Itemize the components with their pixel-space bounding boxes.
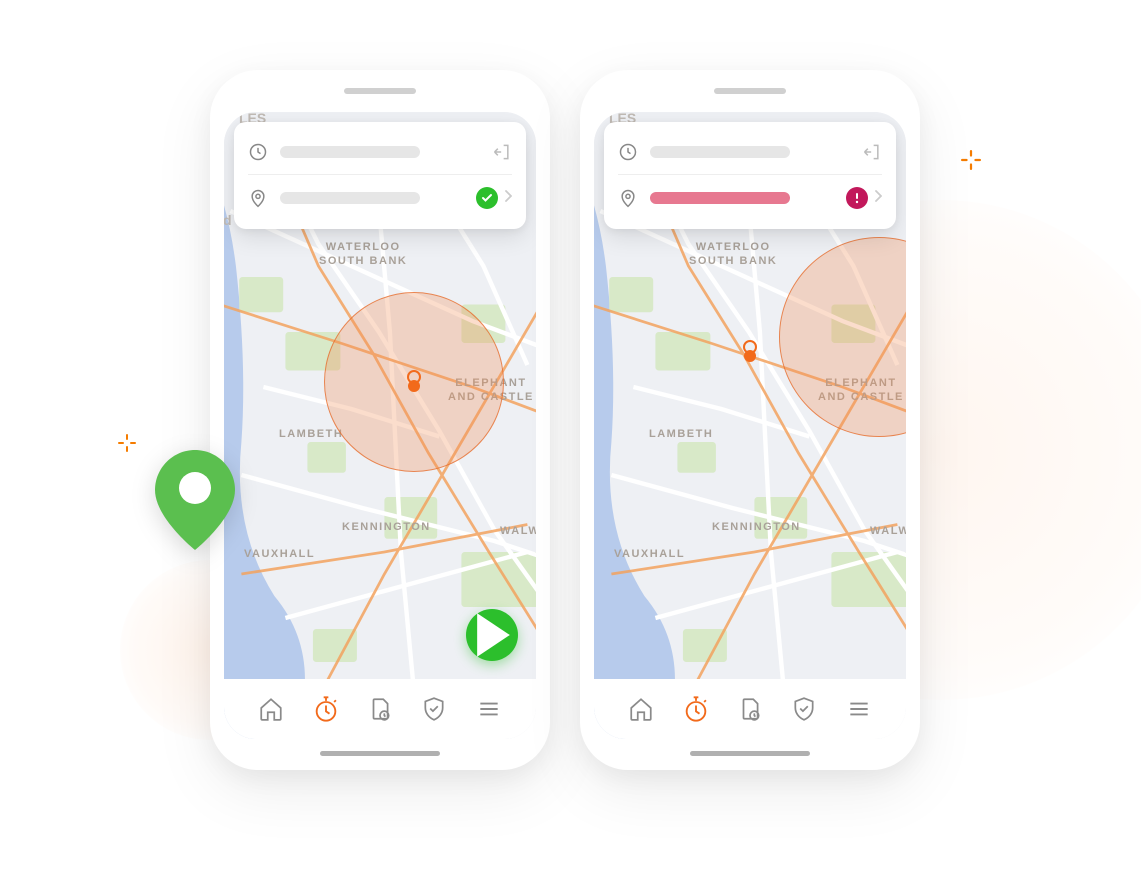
clock-icon xyxy=(618,142,638,162)
document-clock-icon xyxy=(367,696,393,722)
time-placeholder-bar xyxy=(650,146,790,158)
nav-menu[interactable] xyxy=(475,695,503,723)
location-pin-icon xyxy=(618,188,638,208)
status-card xyxy=(604,122,896,229)
location-pin-large-icon xyxy=(155,450,235,555)
shield-check-icon xyxy=(421,696,447,722)
home-indicator xyxy=(690,751,810,756)
sparkle-icon xyxy=(118,434,136,452)
stopwatch-icon xyxy=(312,695,340,723)
map-label-waterloo: WATERLOO SOUTH BANK xyxy=(689,240,777,269)
nav-reports[interactable] xyxy=(366,695,394,723)
nav-home[interactable] xyxy=(257,695,285,723)
map-label-lambeth: LAMBETH xyxy=(649,427,713,441)
user-location-marker xyxy=(744,350,756,362)
exclamation-icon xyxy=(855,192,859,204)
phone-mockup-outside-zone: LES WATERLOO SOUTH BANK LAMBETH ELEPHANT… xyxy=(580,70,920,770)
time-placeholder-bar xyxy=(280,146,420,158)
status-card xyxy=(234,122,526,229)
chevron-right-icon xyxy=(504,189,512,207)
nav-menu[interactable] xyxy=(845,695,873,723)
time-row[interactable] xyxy=(248,136,512,168)
nav-reports[interactable] xyxy=(736,695,764,723)
exit-icon[interactable] xyxy=(862,142,882,162)
start-tracking-button[interactable] xyxy=(466,609,518,661)
map-label-vauxhall: VAUXHALL xyxy=(614,547,685,561)
location-pin-icon xyxy=(248,188,268,208)
check-icon xyxy=(481,192,493,204)
nav-timer[interactable] xyxy=(682,695,710,723)
nav-home[interactable] xyxy=(627,695,655,723)
map-label-kennington: KENNINGTON xyxy=(342,520,431,534)
location-placeholder-bar xyxy=(280,192,420,204)
phone-speaker-notch xyxy=(344,88,416,94)
map-label-walworth-partial: WALW xyxy=(870,524,906,538)
chevron-right-icon xyxy=(874,189,882,207)
exit-icon[interactable] xyxy=(492,142,512,162)
user-location-marker xyxy=(408,380,420,392)
menu-icon xyxy=(846,696,872,722)
status-error-badge xyxy=(846,187,868,209)
map-label-waterloo: WATERLOO SOUTH BANK xyxy=(319,240,407,269)
document-clock-icon xyxy=(737,696,763,722)
phone-screen: LES WATERLOO SOUTH BANK LAMBETH ELEPHANT… xyxy=(594,112,906,739)
map-partial-text: d xyxy=(224,212,232,228)
home-icon xyxy=(258,696,284,722)
nav-security[interactable] xyxy=(790,695,818,723)
bottom-nav xyxy=(594,679,906,739)
stopwatch-icon xyxy=(682,695,710,723)
location-row[interactable] xyxy=(618,181,882,215)
location-row[interactable] xyxy=(248,181,512,215)
map-label-lambeth: LAMBETH xyxy=(279,427,343,441)
phone-mockup-inside-zone: LES d WATERLOO SOUTH BANK LAMBETH ELEPHA… xyxy=(210,70,550,770)
phone-speaker-notch xyxy=(714,88,786,94)
phone-mockups-container: LES d WATERLOO SOUTH BANK LAMBETH ELEPHA… xyxy=(210,70,920,770)
map-label-walworth-partial: WALW xyxy=(500,524,536,538)
nav-security[interactable] xyxy=(420,695,448,723)
phone-screen: LES d WATERLOO SOUTH BANK LAMBETH ELEPHA… xyxy=(224,112,536,739)
home-icon xyxy=(628,696,654,722)
map-label-vauxhall: VAUXHALL xyxy=(244,547,315,561)
location-error-bar xyxy=(650,192,790,204)
shield-check-icon xyxy=(791,696,817,722)
map-label-kennington: KENNINGTON xyxy=(712,520,801,534)
card-divider xyxy=(248,174,512,175)
menu-icon xyxy=(476,696,502,722)
play-icon xyxy=(469,609,518,661)
status-ok-badge xyxy=(476,187,498,209)
home-indicator xyxy=(320,751,440,756)
card-divider xyxy=(618,174,882,175)
nav-timer[interactable] xyxy=(312,695,340,723)
sparkle-icon xyxy=(961,150,981,170)
clock-icon xyxy=(248,142,268,162)
time-row[interactable] xyxy=(618,136,882,168)
bottom-nav xyxy=(224,679,536,739)
